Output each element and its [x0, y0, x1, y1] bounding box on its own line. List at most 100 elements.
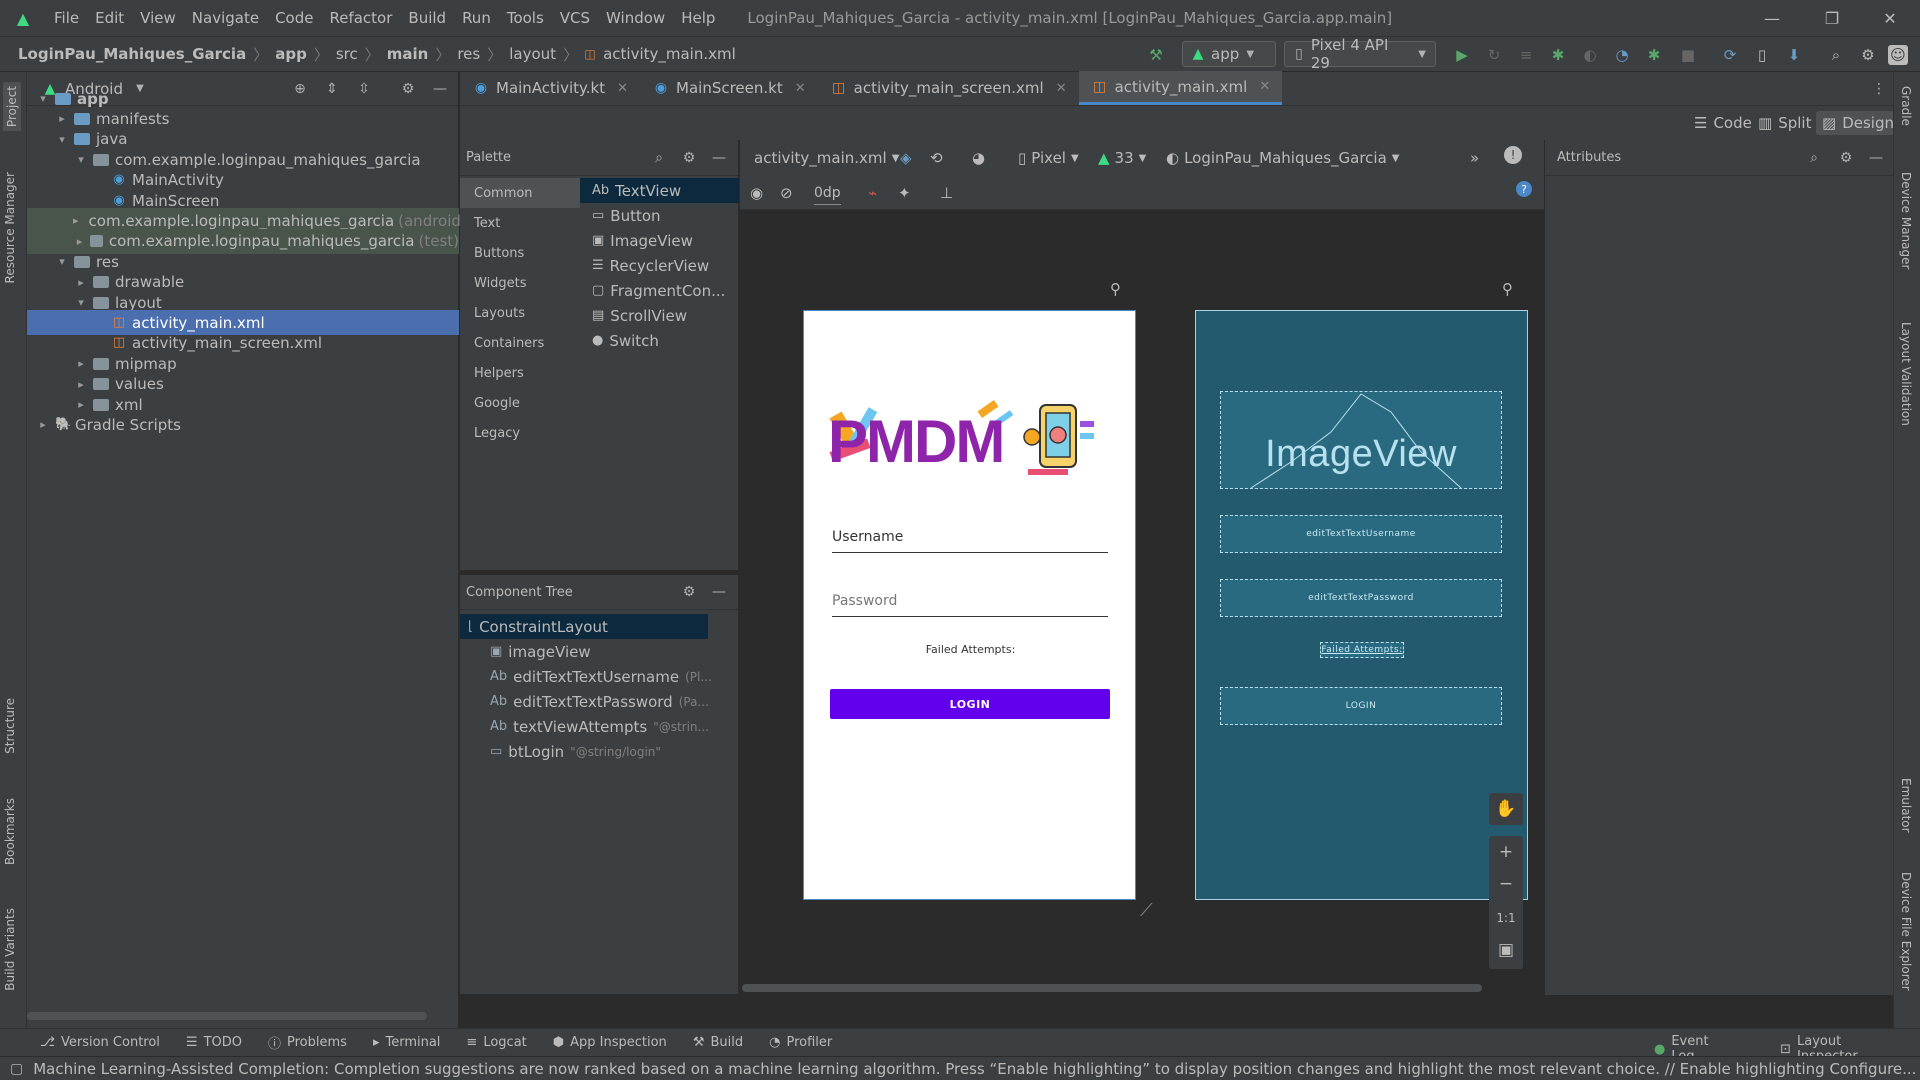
close-tab-icon[interactable]: ✕ — [795, 81, 806, 96]
component-tree-item[interactable]: ⌊ ConstraintLayout — [460, 614, 708, 639]
emulator-tool-tab[interactable]: Emulator — [1899, 778, 1913, 833]
zoom-actual-size-button[interactable]: 1:1 — [1489, 902, 1523, 934]
debug-icon[interactable]: ✱ — [1548, 45, 1568, 65]
hide-panel-icon[interactable]: — — [710, 583, 728, 601]
menu-window[interactable]: Window — [598, 9, 673, 27]
palette-item[interactable]: Ab TextView — [580, 178, 739, 203]
resource-manager-tool-tab[interactable]: Resource Manager — [3, 172, 17, 283]
account-icon[interactable]: ☺ — [1888, 45, 1908, 65]
menu-help[interactable]: Help — [673, 9, 723, 27]
palette-category-text[interactable]: Text — [460, 208, 580, 238]
design-mode-button[interactable]: ▨ Design — [1816, 111, 1900, 135]
settings-gear-icon[interactable]: ⚙ — [1858, 45, 1878, 65]
editor-tab[interactable]: ◉ MainActivity.kt ✕ — [460, 71, 640, 105]
layout-file-select[interactable]: activity_main.xml ▼ — [754, 146, 899, 170]
hide-panel-icon[interactable]: — — [1867, 149, 1885, 167]
search-icon[interactable]: ⌕ — [650, 149, 668, 167]
resize-handle-icon[interactable]: ⟋ — [1140, 900, 1153, 921]
apply-changes-icon[interactable]: ↻ — [1484, 45, 1504, 65]
component-tree-item[interactable]: Ab editTextTextUsername (Pl... — [460, 664, 712, 689]
zoom-out-icon[interactable]: − — [1489, 868, 1523, 900]
terminal-tab[interactable]: ▸ Terminal — [373, 1035, 440, 1050]
device-preview-select[interactable]: ▯ Pixel ▼ — [1018, 146, 1079, 170]
code-mode-button[interactable]: ☰ Code — [1688, 111, 1758, 135]
palette-category-buttons[interactable]: Buttons — [460, 238, 580, 268]
component-tree-item[interactable]: ▭ btLogin "@string/login" — [460, 739, 708, 764]
attach-debugger-icon[interactable]: ✱ — [1644, 45, 1664, 65]
menu-refactor[interactable]: Refactor — [321, 9, 400, 27]
warning-info-icon[interactable]: ! — [1504, 146, 1522, 164]
palette-settings-gear-icon[interactable]: ⚙ — [680, 149, 698, 167]
minimize-window-button[interactable]: — — [1744, 0, 1800, 36]
blueprint-attempts[interactable]: Failed Attempts: — [1320, 642, 1404, 658]
theme-select[interactable]: ◐ LoginPau_Mahiques_Garcia ▼ — [1166, 146, 1399, 170]
more-tabs-icon[interactable]: ⋮ — [1870, 80, 1888, 98]
expand-arrow-right-icon[interactable]: ▸ — [73, 214, 79, 227]
editor-tab[interactable]: ◫ activity_main.xml ✕ — [1078, 71, 1283, 105]
profile-icon[interactable]: ◔ — [1612, 45, 1632, 65]
component-tree-item[interactable]: ▣ imageView — [460, 639, 708, 664]
blueprint-password[interactable]: editTextTextPassword — [1220, 579, 1502, 617]
build-variants-tool-tab[interactable]: Build Variants — [3, 908, 17, 991]
status-message[interactable]: Machine Learning-Assisted Completion: Co… — [33, 1060, 1920, 1078]
palette-category-legacy[interactable]: Legacy — [460, 418, 580, 448]
api-level-select[interactable]: ▲ 33 ▼ — [1098, 146, 1146, 170]
coverage-icon[interactable]: ◐ — [1580, 45, 1600, 65]
version-control-tab[interactable]: ⎇ Version Control — [40, 1035, 160, 1050]
palette-item[interactable]: ▤ ScrollView — [580, 303, 739, 328]
blueprint-preview[interactable]: ImageView editTextTextUsername editTextT… — [1195, 310, 1528, 900]
guidelines-icon[interactable]: ⊥ — [940, 181, 953, 205]
pan-hand-icon[interactable]: ✋ — [1489, 793, 1523, 825]
breadcrumb-item[interactable]: res — [453, 45, 484, 63]
menu-build[interactable]: Build — [400, 9, 454, 27]
zoom-fit-screen-icon[interactable]: ▣ — [1489, 934, 1523, 966]
blueprint-login[interactable]: LOGIN — [1220, 687, 1502, 725]
app-inspection-tab[interactable]: ⬢ App Inspection — [553, 1035, 667, 1050]
restore-window-button[interactable]: ❐ — [1804, 0, 1860, 36]
search-everywhere-icon[interactable]: ⌕ — [1826, 45, 1846, 65]
project-tool-tab[interactable]: Project — [3, 82, 21, 132]
device-manager-tool-tab[interactable]: Device Manager — [1899, 172, 1913, 269]
device-manager-icon[interactable]: ▯ — [1752, 45, 1772, 65]
pmdm-logo-image[interactable]: PMDM — [828, 399, 1108, 479]
expand-arrow-right-icon[interactable]: ▸ — [73, 357, 89, 370]
phone-design-preview[interactable]: PMDM Username Password Failed Attempts: … — [803, 310, 1136, 900]
expand-arrow-right-icon[interactable]: ▸ — [73, 276, 89, 289]
device-select[interactable]: ▯ Pixel 4 API 29 ▼ — [1284, 36, 1436, 72]
expand-arrow-right-icon[interactable]: ▸ — [73, 378, 89, 391]
component-tree-gear-icon[interactable]: ⚙ — [680, 583, 698, 601]
split-mode-button[interactable]: ▥ Split — [1752, 111, 1817, 135]
close-window-button[interactable]: ✕ — [1862, 0, 1918, 36]
build-tab[interactable]: ⚒ Build — [693, 1035, 743, 1050]
sdk-manager-icon[interactable]: ⬇ — [1784, 45, 1804, 65]
palette-item[interactable]: ▭ Button — [580, 203, 739, 228]
expand-arrow-right-icon[interactable]: ▸ — [73, 235, 86, 248]
expand-arrow-down-icon[interactable]: ▾ — [73, 153, 89, 166]
breadcrumb-item[interactable]: layout — [505, 45, 560, 63]
palette-item[interactable]: ▢ FragmentCon... — [580, 278, 739, 303]
close-tab-icon[interactable]: ✕ — [1259, 79, 1270, 94]
attributes-gear-icon[interactable]: ⚙ — [1837, 149, 1855, 167]
make-project-hammer-icon[interactable]: ⚒ — [1146, 45, 1166, 65]
help-icon[interactable]: ? — [1516, 181, 1532, 197]
apply-code-changes-icon[interactable]: ≡ — [1516, 45, 1536, 65]
breadcrumb-item[interactable]: app — [271, 45, 311, 63]
todo-tab[interactable]: ☰ TODO — [186, 1035, 242, 1050]
stop-icon[interactable]: ■ — [1678, 45, 1698, 65]
palette-item[interactable]: ● Switch — [580, 328, 739, 353]
structure-tool-tab[interactable]: Structure — [3, 698, 17, 754]
menu-code[interactable]: Code — [267, 9, 321, 27]
default-margin-field[interactable]: 0dp — [814, 181, 841, 205]
menu-navigate[interactable]: Navigate — [184, 9, 267, 27]
expand-arrow-down-icon[interactable]: ▾ — [54, 255, 70, 268]
zoom-in-icon[interactable]: + — [1489, 836, 1523, 868]
editor-tab[interactable]: ◉ MainScreen.kt ✕ — [640, 71, 818, 105]
menu-run[interactable]: Run — [454, 9, 499, 27]
menu-tools[interactable]: Tools — [499, 9, 552, 27]
night-mode-icon[interactable]: ◕ — [972, 146, 985, 170]
problems-tab[interactable]: ⓘ Problems — [268, 1033, 347, 1052]
component-tree-item[interactable]: Ab textViewAttempts "@strin... — [460, 714, 709, 739]
menu-file[interactable]: File — [46, 9, 87, 27]
bookmarks-tool-tab[interactable]: Bookmarks — [3, 798, 17, 865]
layout-validation-tool-tab[interactable]: Layout Validation — [1899, 322, 1913, 426]
